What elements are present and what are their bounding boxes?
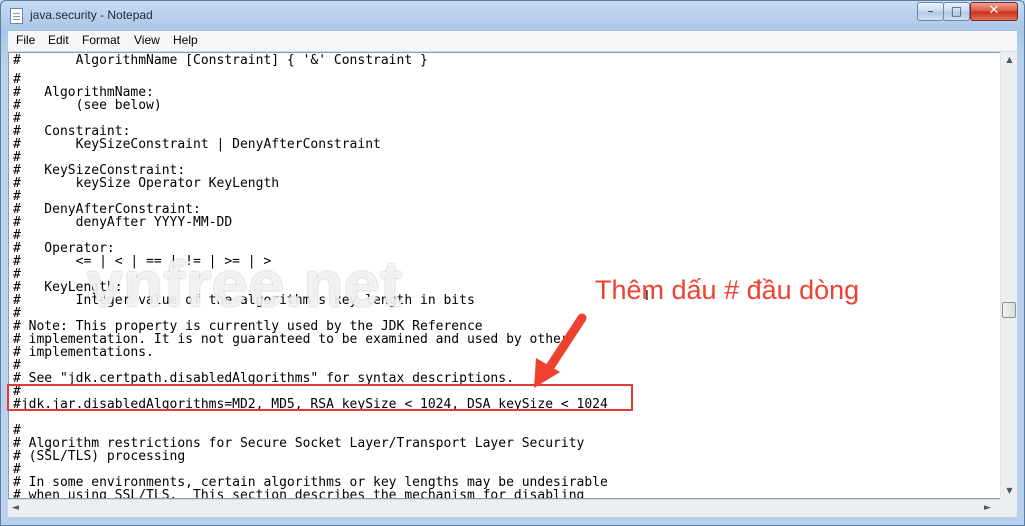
horizontal-scrollbar[interactable]: ◄ ► <box>8 499 1000 517</box>
editor-line[interactable]: # denyAfter YYYY-MM-DD <box>13 216 232 229</box>
scroll-up-icon[interactable]: ▲ <box>1004 55 1015 64</box>
menu-format[interactable]: Format <box>82 33 120 47</box>
scroll-left-icon[interactable]: ◄ <box>12 503 19 513</box>
maximize-button[interactable]: □ <box>943 2 970 21</box>
text-cursor-icon: I <box>645 289 649 304</box>
menu-help[interactable]: Help <box>173 33 198 47</box>
editor-line[interactable]: # implementations. <box>13 346 154 359</box>
watermark: vnfree.net <box>87 248 403 320</box>
annotation-text: Thêm dấu # đầu dòng <box>595 275 860 305</box>
editor-line[interactable]: # when using SSL/TLS. This section descr… <box>13 489 584 498</box>
minimize-button[interactable]: – <box>917 2 944 21</box>
scroll-right-icon[interactable]: ► <box>984 503 991 513</box>
menu-bar: File Edit Format View Help <box>8 31 1017 52</box>
title-bar[interactable]: java.security - Notepad – □ ✕ <box>1 1 1024 31</box>
editor-line[interactable]: # KeySizeConstraint | DenyAfterConstrain… <box>13 138 381 151</box>
close-button[interactable]: ✕ <box>970 2 1018 21</box>
arrow-icon <box>534 313 587 388</box>
notepad-icon[interactable] <box>10 8 23 24</box>
menu-view[interactable]: View <box>134 33 160 47</box>
editor-line[interactable]: # (see below) <box>13 99 162 112</box>
resize-grip[interactable] <box>1000 499 1017 517</box>
editor-line[interactable]: # keySize Operator KeyLength <box>13 177 279 190</box>
editor-line[interactable]: # (SSL/TLS) processing <box>13 450 185 463</box>
menu-file[interactable]: File <box>16 33 35 47</box>
editor-line[interactable]: # AlgorithmName [Constraint] { '&' Const… <box>13 54 428 67</box>
scroll-down-icon[interactable]: ▼ <box>1004 486 1015 495</box>
scroll-thumb[interactable] <box>1002 302 1016 318</box>
window-title: java.security - Notepad <box>30 8 153 22</box>
menu-edit[interactable]: Edit <box>48 33 69 47</box>
vertical-scrollbar[interactable]: ▲ ▼ <box>1000 52 1017 499</box>
